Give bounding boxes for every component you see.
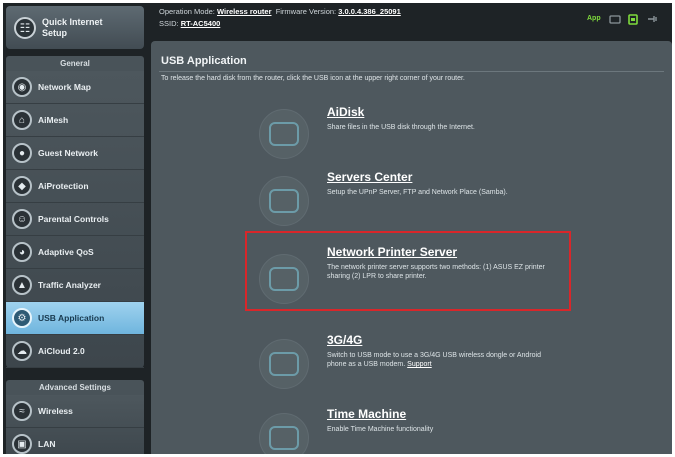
sidebar-item-label: Network Map xyxy=(38,82,91,92)
family-icon: ☺ xyxy=(12,209,32,229)
gauge-icon: ◕ xyxy=(12,242,32,262)
advanced-menu: ≈ Wireless ▣ LAN xyxy=(6,395,144,454)
app-name-time-machine[interactable]: Time Machine xyxy=(327,407,406,421)
firmware-label: Firmware Version: xyxy=(275,7,337,16)
router-icon: ☷ xyxy=(14,16,36,39)
general-menu: ◉ Network Map ⌂ AiMesh ● Guest Network ◆… xyxy=(6,71,144,368)
server-icon[interactable] xyxy=(259,176,309,226)
sidebar-item-lan[interactable]: ▣ LAN xyxy=(6,428,144,454)
firmware-version-link[interactable]: 3.0.0.4.386_25091 xyxy=(338,7,401,16)
app-name-aidisk[interactable]: AiDisk xyxy=(327,105,364,119)
page-description: To release the hard disk from the router… xyxy=(161,75,465,82)
advanced-section-header: Advanced Settings xyxy=(6,380,144,395)
sidebar-item-label: LAN xyxy=(38,439,56,449)
operation-mode-link[interactable]: Wireless router xyxy=(217,7,272,16)
cloud-disk-icon[interactable] xyxy=(259,109,309,159)
sidebar-item-traffic-analyzer[interactable]: ▲ Traffic Analyzer xyxy=(6,269,144,302)
highlight-box xyxy=(245,231,571,311)
app-link[interactable]: App xyxy=(587,15,601,22)
app-servers-center[interactable]: Servers Center Setup the UPnP Server, FT… xyxy=(259,166,559,226)
quick-internet-setup-button[interactable]: ☷ Quick Internet Setup xyxy=(6,6,144,49)
sidebar-item-aimesh[interactable]: ⌂ AiMesh xyxy=(6,104,144,137)
sidebar-item-network-map[interactable]: ◉ Network Map xyxy=(6,71,144,104)
ssid-line: SSID: RT-AC5400 xyxy=(159,19,220,28)
title-divider xyxy=(159,71,664,72)
support-link[interactable]: Support xyxy=(407,361,432,368)
sidebar-item-aiprotection[interactable]: ◆ AiProtection xyxy=(6,170,144,203)
quick-internet-setup-label: Quick Internet Setup xyxy=(42,16,103,38)
usb-icon: ⚙ xyxy=(12,308,32,328)
operation-mode-line: Operation Mode: Wireless router Firmware… xyxy=(159,7,401,16)
operation-mode-label: Operation Mode: xyxy=(159,7,215,16)
sidebar-item-adaptive-qos[interactable]: ◕ Adaptive QoS xyxy=(6,236,144,269)
app-desc-servers-center: Setup the UPnP Server, FTP and Network P… xyxy=(327,189,508,196)
page-title: USB Application xyxy=(161,55,247,67)
usb-status-icon[interactable] xyxy=(627,12,639,25)
ssid-label: SSID: xyxy=(159,19,179,28)
sidebar-item-guest-network[interactable]: ● Guest Network xyxy=(6,137,144,170)
sidebar-item-label: AiCloud 2.0 xyxy=(38,346,85,356)
shield-icon: ◆ xyxy=(12,176,32,196)
sidebar-item-wireless[interactable]: ≈ Wireless xyxy=(6,395,144,428)
globe-icon: ◉ xyxy=(12,77,32,97)
usb-eject-icon[interactable] xyxy=(646,12,658,24)
router-admin-window: ☷ Quick Internet Setup General ◉ Network… xyxy=(3,3,672,454)
guest-icon: ● xyxy=(12,143,32,163)
top-status-bar: Operation Mode: Wireless router Firmware… xyxy=(151,3,672,41)
sidebar-item-aicloud[interactable]: ☁ AiCloud 2.0 xyxy=(6,335,144,368)
app-3g-4g[interactable]: 3G/4G Switch to USB mode to use a 3G/4G … xyxy=(259,329,559,389)
app-aidisk[interactable]: AiDisk Share files in the USB disk throu… xyxy=(259,101,559,161)
app-desc-3g-4g-text: Switch to USB mode to use a 3G/4G USB wi… xyxy=(327,352,541,368)
sidebar-item-label: Guest Network xyxy=(38,148,98,158)
sidebar-item-label: Traffic Analyzer xyxy=(38,280,101,290)
sidebar-item-parental-controls[interactable]: ☺ Parental Controls xyxy=(6,203,144,236)
app-name-servers-center[interactable]: Servers Center xyxy=(327,170,412,184)
network-status-icon[interactable] xyxy=(609,12,621,24)
general-section-header: General xyxy=(6,56,144,71)
sidebar-item-label: AiProtection xyxy=(38,181,89,191)
app-desc-3g-4g: Switch to USB mode to use a 3G/4G USB wi… xyxy=(327,351,555,369)
sidebar-item-label: AiMesh xyxy=(38,115,69,125)
sidebar-item-label: Wireless xyxy=(38,406,73,416)
sidebar-item-usb-application[interactable]: ⚙ USB Application xyxy=(6,302,144,335)
house-icon: ⌂ xyxy=(12,110,32,130)
app-time-machine[interactable]: Time Machine Enable Time Machine functio… xyxy=(259,403,559,454)
sidebar-item-label: Parental Controls xyxy=(38,214,109,224)
app-name-3g-4g[interactable]: 3G/4G xyxy=(327,333,362,347)
sidebar: ☷ Quick Internet Setup General ◉ Network… xyxy=(6,6,144,454)
modem-icon[interactable] xyxy=(259,339,309,389)
wifi-icon: ≈ xyxy=(12,401,32,421)
chart-icon: ▲ xyxy=(12,275,32,295)
cloud-icon: ☁ xyxy=(12,341,32,361)
lan-icon: ▣ xyxy=(12,434,32,454)
sidebar-item-label: Adaptive QoS xyxy=(38,247,94,257)
app-desc-aidisk: Share files in the USB disk through the … xyxy=(327,124,475,131)
clock-icon[interactable] xyxy=(259,413,309,454)
sidebar-item-label: USB Application xyxy=(38,313,105,323)
ssid-value[interactable]: RT-AC5400 xyxy=(181,19,221,28)
app-desc-time-machine: Enable Time Machine functionality xyxy=(327,426,434,433)
